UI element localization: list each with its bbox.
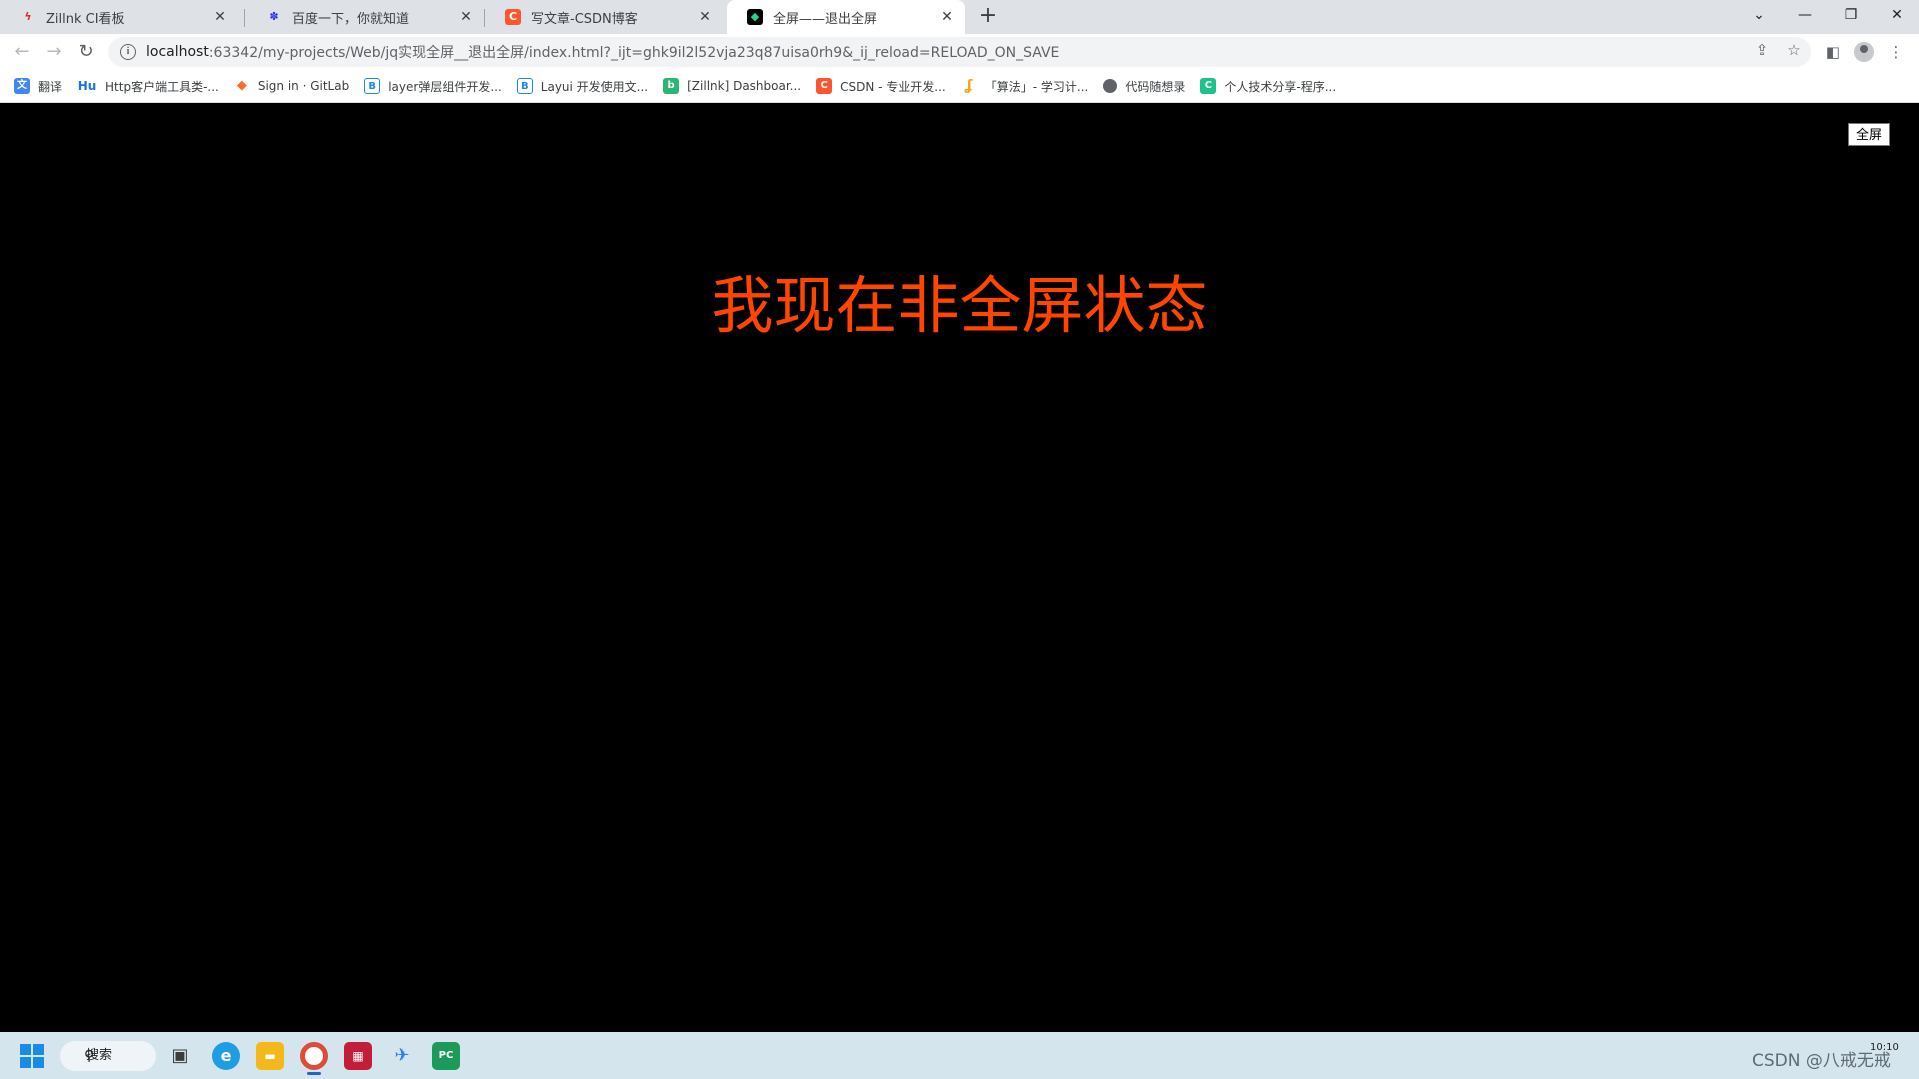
zillnk-dashboard-icon: b [663, 78, 680, 94]
toolbar: ← → ↻ i localhost :63342/my-projects/Web… [0, 34, 1919, 70]
bookmark-tech-share[interactable]: C 个人技术分享-程序... [1200, 78, 1336, 95]
forward-icon[interactable]: → [42, 40, 66, 64]
bookmark-label: 个人技术分享-程序... [1224, 79, 1337, 94]
bookmark-label: [Zillnk] Dashboar... [687, 79, 802, 93]
bookmark-layer[interactable]: B layer弹层组件开发... [364, 78, 502, 95]
status-text: 我现在非全屏状态 [711, 269, 1208, 342]
page-content: 全屏 我现在非全屏状态 [0, 103, 1919, 1032]
csdn-icon: C [505, 9, 521, 25]
jetbrains-icon[interactable]: ▦ [344, 1042, 372, 1070]
active-app-indicator [307, 1072, 321, 1075]
csdn-icon: C [816, 78, 833, 94]
bookmark-zillnk-dashboard[interactable]: b [Zillnk] Dashboar... [663, 78, 801, 94]
tab-search-icon[interactable]: ⌄ [1736, 0, 1782, 30]
zillnk-icon: ϟ [24, 10, 32, 23]
url-path: :63342/my-projects/Web/jq实现全屏__退出全屏/inde… [208, 45, 1060, 61]
bookmark-http-client[interactable]: Hu Http客户端工具类-... [77, 78, 219, 95]
address-bar[interactable]: i localhost :63342/my-projects/Web/jq实现全… [108, 37, 1811, 67]
leetcode-icon: ʆ [964, 78, 973, 94]
restore-icon[interactable]: ❐ [1828, 0, 1874, 30]
bookmark-label: 「算法」- 学习计... [984, 79, 1089, 94]
fullscreen-button[interactable]: 全屏 [1848, 123, 1890, 146]
tab-zillnk[interactable]: ϟ Zillnk CI看板 ✕ [0, 0, 238, 34]
bookmark-label: 翻译 [38, 79, 63, 94]
minimize-icon[interactable]: — [1782, 0, 1828, 30]
task-view-icon[interactable]: ▣ [166, 1042, 194, 1070]
back-icon[interactable]: ← [10, 40, 34, 64]
windows-start-icon[interactable] [20, 1044, 44, 1068]
layui-icon: B [516, 78, 533, 94]
bookmark-translate[interactable]: 文 翻译 [14, 78, 62, 95]
share-icon[interactable]: ⇪ [1752, 40, 1772, 60]
tab-title: 全屏——退出全屏 [773, 11, 878, 27]
tab-baidu[interactable]: ✽ 百度一下，你就知道 ✕ [246, 0, 484, 34]
profile-avatar[interactable] [1854, 42, 1874, 62]
layer-icon: B [364, 78, 381, 94]
hu-icon: Hu [77, 79, 97, 93]
tab-csdn[interactable]: C 写文章-CSDN博客 ✕ [485, 0, 723, 34]
feishu-icon[interactable]: ✈ [388, 1042, 416, 1070]
bookmark-label: Sign in · GitLab [257, 79, 350, 93]
baidu-icon: ✽ [269, 10, 279, 23]
file-explorer-icon[interactable]: ▬ [256, 1042, 284, 1070]
bookmark-label: layer弹层组件开发... [388, 79, 502, 94]
c-icon: C [1200, 78, 1217, 94]
star-icon[interactable]: ☆ [1784, 40, 1804, 60]
edge-icon[interactable]: e [212, 1042, 240, 1070]
bookmark-label: CSDN - 专业开发... [840, 79, 946, 94]
tab-title: 百度一下，你就知道 [292, 11, 410, 27]
globe-icon [1103, 79, 1118, 93]
reload-icon[interactable]: ↻ [74, 40, 98, 64]
csdn-watermark: CSDN @八戒无戒 [1752, 1051, 1891, 1071]
pycharm-icon[interactable]: PC [432, 1042, 460, 1070]
taskbar-search[interactable]: ⚲ 搜索 [60, 1041, 156, 1071]
close-icon[interactable]: ✕ [458, 9, 474, 25]
translate-icon: 文 [14, 78, 30, 94]
bookmark-gitlab[interactable]: ◆ Sign in · GitLab [234, 78, 349, 94]
bookmark-label: Http客户端工具类-... [105, 79, 219, 94]
tab-title: 写文章-CSDN博客 [531, 11, 638, 27]
bookmark-algorithm[interactable]: ʆ 「算法」- 学习计... [961, 78, 1089, 95]
close-icon[interactable]: ✕ [212, 9, 228, 25]
chrome-icon[interactable] [300, 1042, 328, 1070]
bookmark-label: 代码随想录 [1125, 79, 1186, 94]
info-icon[interactable]: i [120, 44, 136, 60]
close-icon[interactable]: ✕ [697, 9, 713, 25]
gitlab-icon: ◆ [236, 78, 247, 93]
menu-kebab-icon[interactable]: ⋮ [1884, 40, 1908, 64]
search-icon: ⚲ [84, 1048, 95, 1064]
tab-title: Zillnk CI看板 [46, 11, 125, 27]
bookmarks-bar: 文 翻译 Hu Http客户端工具类-... ◆ Sign in · GitLa… [0, 70, 1919, 103]
close-icon[interactable]: ✕ [939, 9, 955, 25]
bookmark-code-notes[interactable]: 代码随想录 [1103, 78, 1185, 95]
bookmark-layui[interactable]: B Layui 开发使用文... [516, 78, 649, 95]
window-close-icon[interactable]: ✕ [1874, 0, 1919, 30]
taskbar: ⚲ 搜索 ▣ e ▬ ▦ ✈ PC 10:10 CSDN @八戒无戒 [0, 1032, 1919, 1079]
url-host: localhost [146, 44, 209, 60]
browser-chrome: ϟ Zillnk CI看板 ✕ ✽ 百度一下，你就知道 ✕ C 写文章-CSDN… [0, 0, 1919, 103]
bookmark-csdn[interactable]: C CSDN - 专业开发... [816, 78, 946, 95]
new-tab-button[interactable]: + [976, 5, 1000, 29]
tab-divider [244, 9, 245, 27]
pycharm-icon: ◆ [747, 9, 763, 25]
tab-fullscreen[interactable]: ◆ 全屏——退出全屏 ✕ [727, 0, 965, 34]
bookmark-label: Layui 开发使用文... [540, 79, 649, 94]
tab-strip: ϟ Zillnk CI看板 ✕ ✽ 百度一下，你就知道 ✕ C 写文章-CSDN… [0, 0, 1919, 34]
side-panel-icon[interactable]: ◧ [1821, 40, 1845, 64]
